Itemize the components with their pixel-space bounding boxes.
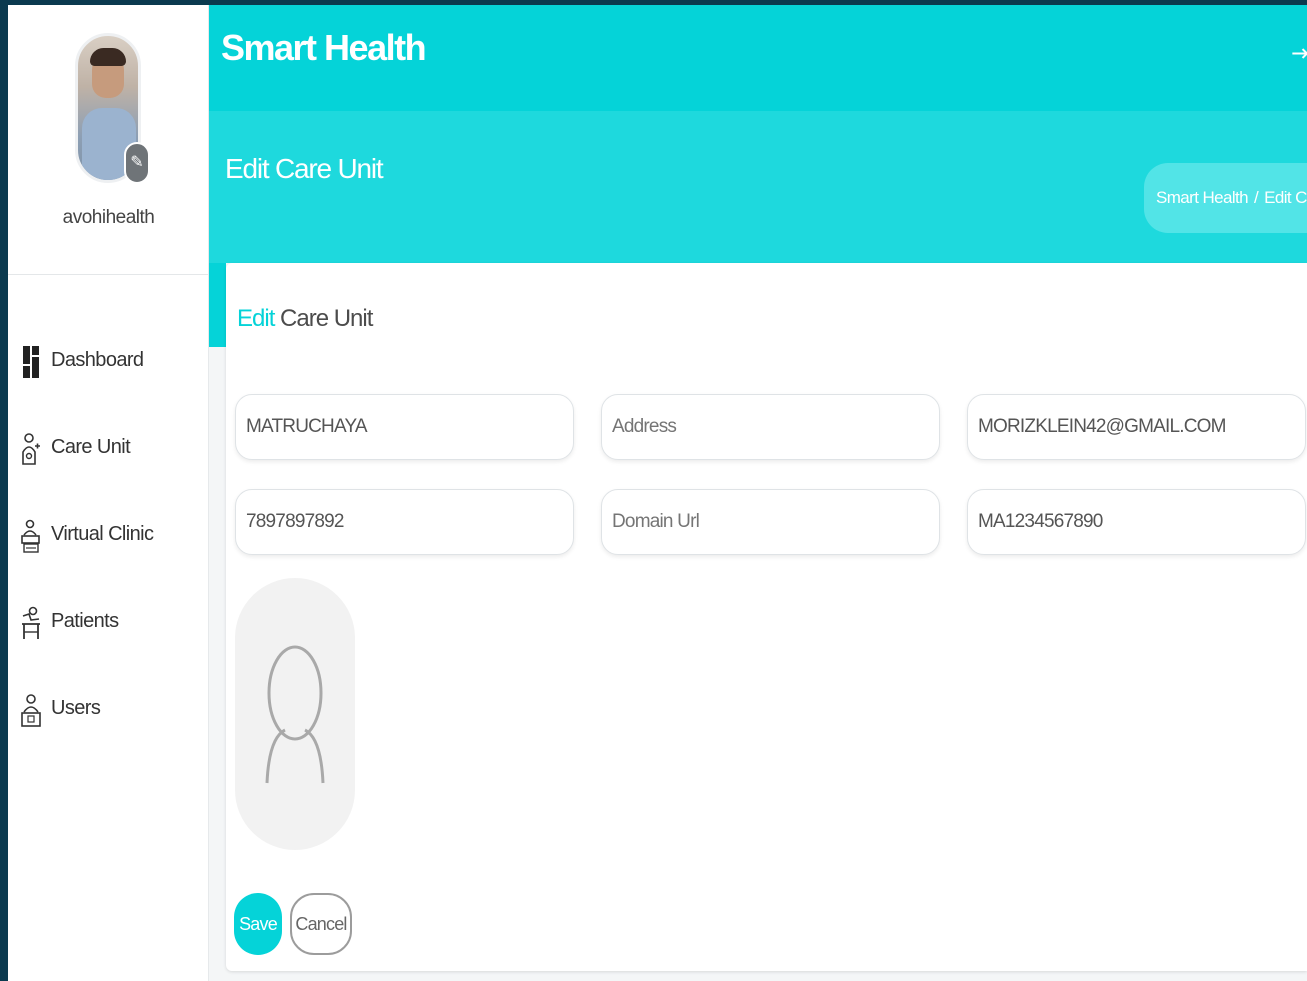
- virtual-clinic-icon: [20, 519, 42, 553]
- code-input[interactable]: [967, 489, 1306, 555]
- users-icon: [20, 693, 42, 727]
- page-title: Edit Care Unit: [225, 153, 384, 184]
- sidebar-item-users[interactable]: Users: [8, 673, 209, 760]
- sidebar-item-care-unit[interactable]: Care Unit: [8, 412, 209, 499]
- email-input[interactable]: [967, 394, 1306, 460]
- breadcrumb-item-current: Edit Care Unit: [1264, 188, 1307, 207]
- sidebar-item-label: Virtual Clinic: [51, 523, 154, 545]
- sidebar-item-virtual-clinic[interactable]: Virtual Clinic: [8, 499, 209, 586]
- sidebar-item-patients[interactable]: Patients: [8, 586, 209, 673]
- page-header: Edit Care Unit Smart Health / Edit Care Un…: [209, 111, 1307, 263]
- dashboard-icon: [20, 345, 42, 379]
- app-title[interactable]: Smart Health: [221, 27, 427, 69]
- photo-upload[interactable]: [235, 578, 355, 850]
- sidebar-item-label: Users: [51, 697, 101, 719]
- breadcrumb-item-home[interactable]: Smart Health: [1156, 188, 1249, 207]
- domain-url-input[interactable]: [601, 489, 940, 555]
- card-title-rest: Care Unit: [280, 305, 373, 332]
- top-bar: Smart Health ⇥: [209, 5, 1307, 111]
- sidebar-item-label: Care Unit: [51, 436, 131, 458]
- logout-icon[interactable]: ⇥: [1291, 37, 1307, 71]
- cancel-button[interactable]: Cancel: [290, 893, 352, 955]
- sidebar-item-label: Dashboard: [51, 349, 144, 371]
- save-button[interactable]: Save: [234, 893, 282, 955]
- sidebar-item-dashboard[interactable]: Dashboard: [8, 325, 209, 412]
- care-unit-icon: [20, 432, 42, 466]
- patients-icon: [20, 606, 42, 640]
- breadcrumb: Smart Health / Edit Care Unit: [1144, 163, 1307, 233]
- address-input[interactable]: [601, 394, 940, 460]
- card-title: Edit Care Unit: [237, 305, 373, 333]
- phone-input[interactable]: [235, 489, 574, 555]
- user-placeholder-icon: [265, 645, 325, 784]
- sidebar: ✎ avohihealth Dashboard Care Unit Virtua…: [8, 5, 209, 981]
- sidebar-nav: Dashboard Care Unit Virtual Clinic Patie…: [8, 325, 209, 760]
- app-window: ✎ avohihealth Dashboard Care Unit Virtua…: [8, 5, 1307, 981]
- username: avohihealth: [62, 207, 155, 228]
- card-title-highlight: Edit: [237, 305, 275, 332]
- profile-panel: ✎ avohihealth: [8, 5, 208, 275]
- sidebar-item-label: Patients: [51, 610, 119, 632]
- pencil-icon[interactable]: ✎: [124, 142, 150, 184]
- breadcrumb-separator: /: [1254, 188, 1259, 207]
- edit-care-unit-card: Edit Care Unit Save Cancel: [226, 263, 1307, 971]
- name-input[interactable]: [235, 394, 574, 460]
- card-accent-bar: [209, 263, 226, 347]
